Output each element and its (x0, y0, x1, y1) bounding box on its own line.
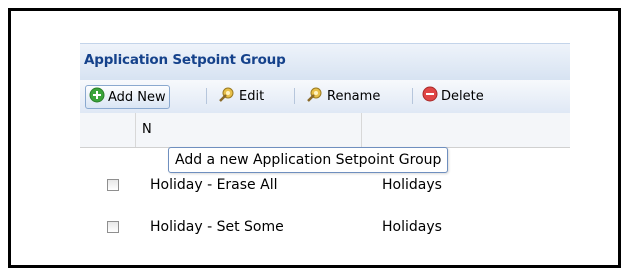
delete-button[interactable]: Delete (422, 85, 484, 107)
grid-header: N (80, 113, 570, 148)
setpoint-group-panel: Application Setpoint Group Add New Edit … (80, 43, 570, 248)
row-name: Holiday - Set Some (150, 219, 284, 235)
add-new-label: Add New (108, 89, 166, 105)
edit-button[interactable]: Edit (218, 85, 264, 107)
row-name: Holiday - Erase All (150, 177, 278, 193)
toolbar-separator (294, 88, 295, 104)
row-group: Holidays (382, 219, 442, 235)
add-new-button[interactable]: Add New (85, 85, 170, 109)
toolbar: Add New Edit Rename Delete (80, 80, 570, 114)
gear-pencil-icon (306, 85, 324, 107)
panel-title: Application Setpoint Group (84, 52, 286, 68)
row-checkbox[interactable] (107, 221, 119, 233)
edit-label: Edit (239, 88, 265, 104)
row-checkbox[interactable] (107, 179, 119, 191)
row-group: Holidays (382, 177, 442, 193)
minus-circle-icon (422, 86, 438, 106)
add-new-tooltip: Add a new Application Setpoint Group (168, 147, 449, 173)
delete-label: Delete (441, 88, 484, 104)
rename-label: Rename (327, 88, 381, 104)
table-row[interactable]: Holiday - Set Some Holidays (80, 215, 570, 241)
plus-circle-icon (89, 87, 105, 107)
checkbox-column-header[interactable] (80, 113, 136, 147)
panel-header: Application Setpoint Group (80, 43, 570, 81)
toolbar-separator (206, 88, 207, 104)
name-column-label: N (142, 122, 152, 137)
name-column-header[interactable]: N (136, 113, 362, 147)
table-row[interactable]: Holiday - Erase All Holidays (80, 173, 570, 199)
rename-button[interactable]: Rename (306, 85, 380, 107)
gear-pencil-icon (218, 85, 236, 107)
toolbar-separator (412, 88, 413, 104)
